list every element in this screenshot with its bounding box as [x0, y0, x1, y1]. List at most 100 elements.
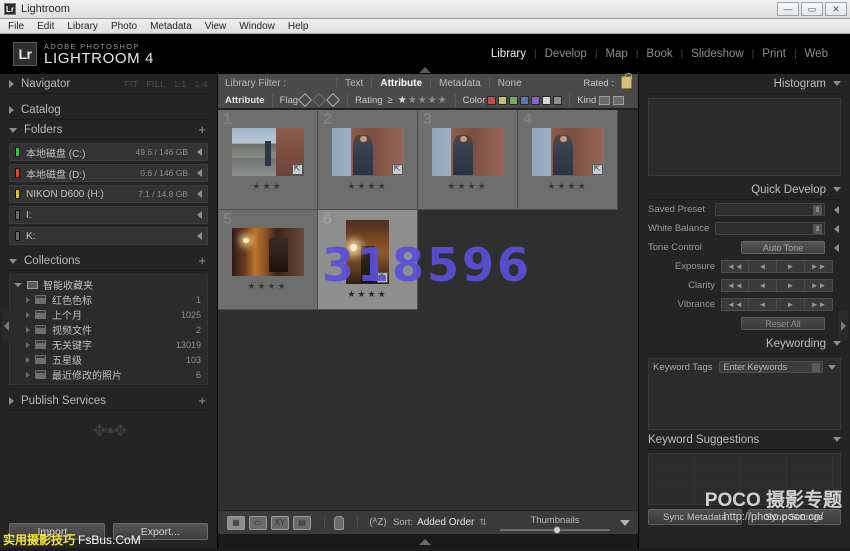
list-item[interactable]: 视频文件 2 [10, 322, 207, 337]
quick-develop-header[interactable]: Quick Develop [648, 180, 841, 200]
list-item[interactable]: 红色色标 1 [10, 292, 207, 307]
filter-tab-text[interactable]: Text [336, 78, 371, 89]
navigator-header[interactable]: Navigator FIT FILL 1:1 1:4 [9, 74, 208, 94]
sync-metadata-button[interactable]: Sync Metadata [648, 509, 742, 525]
maximize-button[interactable]: ▭ [801, 2, 823, 16]
module-print[interactable]: Print [754, 48, 794, 60]
sort-value[interactable]: Added Order [417, 517, 474, 528]
grid-cell[interactable]: 4 ⇱ ★★★★ [518, 110, 618, 210]
menu-edit[interactable]: Edit [37, 21, 54, 32]
rating-operator[interactable]: ≥ [388, 95, 393, 106]
thumbnail-image[interactable]: ⇱ [346, 220, 389, 284]
add-publish-service-icon[interactable]: + [198, 396, 206, 406]
thumbnail-image[interactable]: ⇱ [232, 128, 304, 176]
folder-drive-row[interactable]: K: [9, 227, 208, 245]
vibrance-increase-large[interactable]: ►► [805, 298, 833, 311]
color-swatch-purple[interactable] [531, 96, 540, 105]
chevron-left-icon[interactable] [197, 169, 202, 177]
rating-star-2-icon[interactable]: ★ [408, 95, 418, 106]
white-balance-dropdown[interactable]: ⇕ [715, 222, 825, 235]
nav-mode-fill[interactable]: FILL [146, 79, 165, 89]
rating-star-3-icon[interactable]: ★ [418, 95, 428, 106]
thumbnail-image[interactable] [432, 128, 504, 176]
import-button[interactable]: Import... [9, 523, 105, 540]
menu-file[interactable]: File [8, 21, 24, 32]
sort-chevron-icon[interactable]: ⇅ [479, 517, 487, 528]
publish-services-header[interactable]: Publish Services + [9, 391, 208, 411]
crop-badge-icon[interactable]: ⇱ [592, 164, 603, 175]
thumbnail-grid[interactable]: 1 ⇱ ★★★ 2 ⇱ ★★★★ [218, 110, 638, 510]
grid-view-icon[interactable]: ▦ [227, 516, 245, 530]
cell-rating[interactable]: ★★★★ [547, 181, 587, 192]
folder-drive-row[interactable]: I: [9, 206, 208, 224]
cell-rating[interactable]: ★★★★ [347, 181, 387, 192]
color-swatch-yellow[interactable] [498, 96, 507, 105]
exposure-decrease-small[interactable]: ◄ [749, 260, 777, 273]
rating-star-5-icon[interactable]: ★ [438, 95, 448, 106]
filter-tab-none[interactable]: None [489, 78, 530, 89]
nav-mode-1-4[interactable]: 1:4 [195, 79, 208, 89]
minimize-button[interactable]: — [777, 2, 799, 16]
thumbnail-image[interactable]: ⇱ [332, 128, 404, 176]
chevron-left-icon[interactable] [197, 211, 202, 219]
export-button[interactable]: Export... [113, 523, 209, 540]
histogram-panel[interactable] [648, 98, 841, 176]
crop-badge-icon[interactable]: ⇱ [392, 164, 403, 175]
crop-badge-icon[interactable]: ⇱ [292, 164, 303, 175]
toolbar-options-chevron-icon[interactable] [620, 520, 630, 526]
folder-drive-row[interactable]: 本地磁盘 (C:) 49.6 / 146 GB [9, 143, 208, 161]
chevron-left-icon[interactable] [197, 148, 202, 156]
exposure-steppers[interactable]: ◄◄ ◄ ► ►► [721, 260, 833, 273]
vibrance-decrease-small[interactable]: ◄ [749, 298, 777, 311]
collapse-top-panel-arrow[interactable] [419, 67, 431, 73]
list-item[interactable]: 上个月 1025 [10, 307, 207, 322]
flag-unflagged-icon[interactable] [312, 93, 326, 107]
list-item[interactable]: 最近修改的照片 6 [10, 367, 207, 382]
chevron-left-icon[interactable] [197, 232, 202, 240]
grid-cell[interactable]: 2 ⇱ ★★★★ [318, 110, 418, 210]
vibrance-steppers[interactable]: ◄◄ ◄ ► ►► [721, 298, 833, 311]
cell-rating[interactable]: ★★★★ [447, 181, 487, 192]
crop-badge-icon[interactable]: ⇱ [377, 272, 388, 283]
flag-rejected-icon[interactable] [326, 93, 340, 107]
color-swatch-gray[interactable] [553, 96, 562, 105]
module-map[interactable]: Map [597, 48, 635, 60]
chevron-left-icon[interactable] [834, 244, 839, 252]
grid-cell[interactable]: 3 ★★★★ [418, 110, 518, 210]
kind-filter[interactable]: Kind [569, 94, 631, 107]
module-develop[interactable]: Develop [537, 48, 595, 60]
collapse-right-panel-arrow[interactable] [839, 311, 848, 341]
rating-filter[interactable]: Rating ≥ ★ ★ ★ ★ ★ [347, 94, 455, 107]
nav-mode-fit[interactable]: FIT [124, 79, 138, 89]
vibrance-row[interactable]: Vibrance ◄◄ ◄ ► ►► [648, 295, 841, 314]
compare-view-icon[interactable]: XY [271, 516, 289, 530]
module-slideshow[interactable]: Slideshow [683, 48, 751, 60]
collection-group[interactable]: 智能收藏夹 [10, 277, 207, 292]
chevron-left-icon[interactable] [834, 225, 839, 233]
keyword-suggestions-panel[interactable] [648, 453, 841, 505]
flag-filter[interactable]: Flag [272, 94, 347, 107]
clarity-decrease-large[interactable]: ◄◄ [721, 279, 749, 292]
list-item[interactable]: 五星级 103 [10, 352, 207, 367]
color-filter[interactable]: Color [455, 94, 570, 107]
chevron-left-icon[interactable] [834, 206, 839, 214]
clarity-decrease-small[interactable]: ◄ [749, 279, 777, 292]
color-swatch-blue[interactable] [520, 96, 529, 105]
module-library[interactable]: Library [483, 48, 534, 60]
survey-view-icon[interactable]: ▤ [293, 516, 311, 530]
sync-settings-button[interactable]: Sync Settings [748, 509, 842, 525]
nav-mode-1-1[interactable]: 1:1 [173, 79, 186, 89]
module-web[interactable]: Web [797, 48, 836, 60]
vibrance-increase-small[interactable]: ► [777, 298, 805, 311]
menu-metadata[interactable]: Metadata [150, 21, 192, 32]
list-item[interactable]: 无关键字 13019 [10, 337, 207, 352]
collapse-left-panel-arrow[interactable] [2, 311, 11, 341]
slider-knob[interactable] [553, 526, 561, 534]
thumbnail-image[interactable] [232, 228, 304, 276]
menu-view[interactable]: View [205, 21, 227, 32]
cell-rating[interactable]: ★★★ [252, 181, 282, 192]
tone-control-row[interactable]: Tone Control Auto Tone [648, 238, 841, 257]
exposure-increase-large[interactable]: ►► [805, 260, 833, 273]
exposure-decrease-large[interactable]: ◄◄ [721, 260, 749, 273]
histogram-header[interactable]: Histogram [648, 74, 841, 94]
